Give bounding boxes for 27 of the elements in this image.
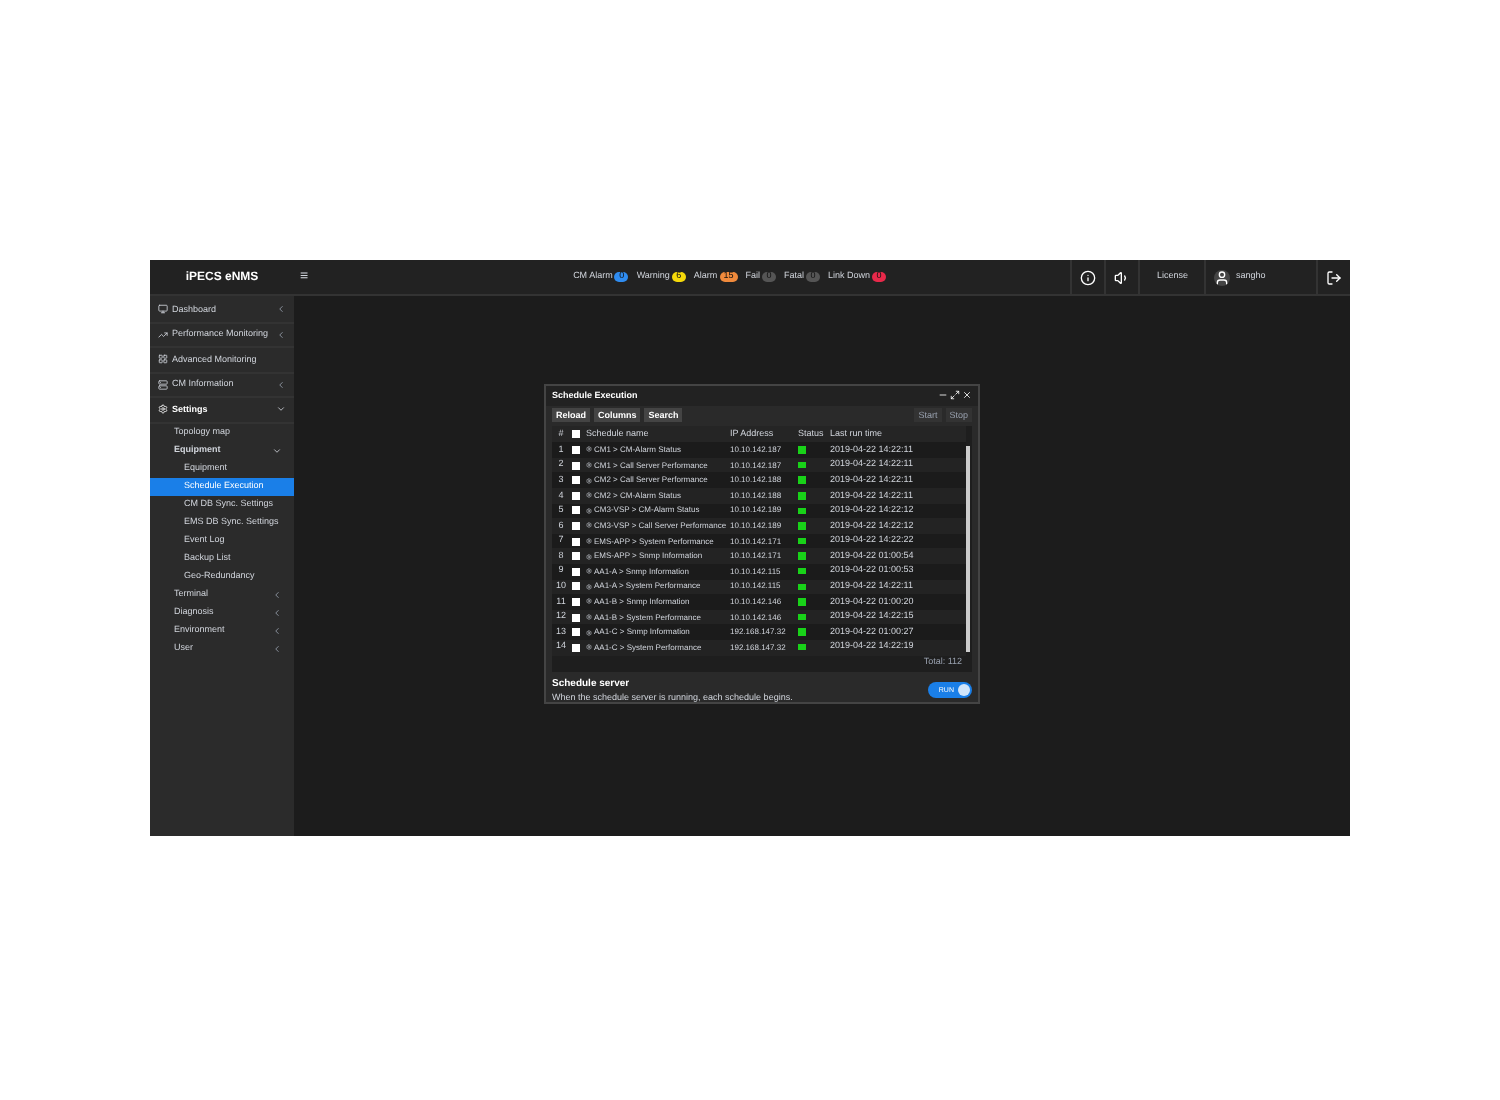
trend-chart-icon [158,329,168,340]
row-checkbox[interactable] [572,476,580,485]
maximize-icon[interactable] [950,390,960,401]
grid-icon [158,354,168,365]
row-checkbox[interactable] [572,537,580,546]
row-checkbox[interactable] [572,628,580,637]
header-checkbox[interactable] [572,430,580,439]
row-checkbox[interactable] [572,521,580,530]
row-checkbox[interactable] [572,506,580,515]
row-checkbox[interactable] [572,461,580,470]
speaker-icon[interactable] [1114,269,1131,285]
row-checkbox[interactable] [572,613,580,622]
server-icon [158,379,168,390]
monitor-icon [158,304,168,315]
settings-icon [158,404,168,415]
row-checkbox[interactable] [572,445,580,454]
logout-icon[interactable] [1326,269,1342,285]
row-checkbox[interactable] [572,491,580,500]
row-checkbox[interactable] [572,597,580,606]
scrollbar[interactable] [966,446,970,651]
info-icon[interactable] [1080,269,1097,285]
row-checkbox[interactable] [572,643,580,652]
row-checkbox[interactable] [572,567,580,576]
avatar-icon [1214,269,1230,285]
row-checkbox[interactable] [572,552,580,561]
row-checkbox[interactable] [572,582,580,591]
minimize-icon[interactable] [938,390,948,401]
